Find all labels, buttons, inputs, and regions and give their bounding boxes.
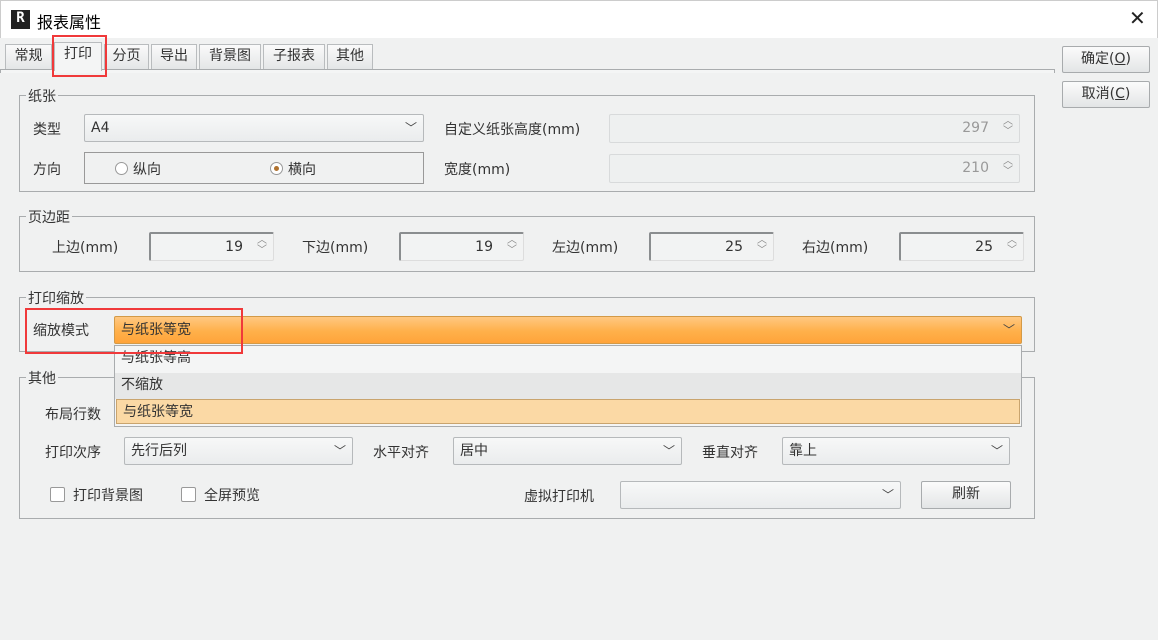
paper-legend: 纸张 — [26, 86, 58, 106]
annotation-box-tab — [52, 35, 107, 77]
halign-label: 水平对齐 — [373, 445, 429, 461]
tab-subreport[interactable]: 子报表 — [263, 44, 325, 69]
cancel-label: 取消( — [1081, 86, 1116, 102]
scale-legend: 打印缩放 — [26, 288, 86, 308]
type-label: 类型 — [33, 122, 61, 138]
fullscreen-preview-label: 全屏预览 — [204, 488, 260, 504]
halign-value: 居中 — [460, 443, 488, 459]
orientation-box: 纵向 横向 — [84, 152, 424, 184]
other-legend: 其他 — [26, 368, 58, 388]
left-margin-value: 25 — [725, 239, 743, 255]
valign-value: 靠上 — [789, 443, 817, 459]
left-margin-label: 左边(mm) — [552, 240, 619, 256]
width-label: 宽度(mm) — [444, 162, 511, 178]
virtual-printer-label: 虚拟打印机 — [524, 489, 594, 505]
virtual-printer-select[interactable]: ﹀ — [620, 481, 901, 509]
close-icon[interactable]: ✕ — [1129, 6, 1146, 30]
portrait-radio[interactable] — [115, 162, 128, 175]
margins-legend: 页边距 — [26, 207, 72, 227]
print-background-checkbox[interactable] — [50, 487, 65, 502]
top-margin-value: 19 — [225, 239, 243, 255]
scale-mode-select[interactable]: 与纸张等宽 ﹀ — [114, 316, 1022, 344]
custom-height-spinner: 297 ︿ ﹀ — [609, 114, 1020, 143]
right-margin-spinner[interactable]: 25 ︿ ﹀ — [899, 232, 1024, 261]
custom-height-label: 自定义纸张高度(mm) — [444, 122, 581, 138]
chevron-down-icon: ﹀ — [1002, 323, 1015, 337]
paper-type-value: A4 — [91, 120, 110, 136]
tab-panel-border — [0, 69, 1055, 73]
halign-select[interactable]: 居中 ﹀ — [453, 437, 682, 465]
spinner-arrows-icon: ︿ ﹀ — [1003, 156, 1013, 177]
ok-key: O — [1114, 51, 1126, 67]
option-fit-width[interactable]: 与纸张等宽 — [116, 399, 1020, 424]
valign-select[interactable]: 靠上 ﹀ — [782, 437, 1010, 465]
tab-background[interactable]: 背景图 — [199, 44, 261, 69]
spinner-arrows-icon[interactable]: ︿ ﹀ — [757, 236, 767, 256]
paren: ) — [1125, 51, 1131, 67]
custom-height-value: 297 — [962, 120, 989, 136]
chevron-down-icon: ﹀ — [662, 444, 675, 458]
right-margin-label: 右边(mm) — [802, 240, 869, 256]
top-margin-label: 上边(mm) — [52, 240, 119, 256]
right-margin-value: 25 — [975, 239, 993, 255]
paren: ) — [1124, 86, 1131, 102]
chevron-down-icon: ﹀ — [404, 121, 417, 135]
bottom-margin-spinner[interactable]: 19 ︿ ﹀ — [399, 232, 524, 261]
orientation-label: 方向 — [33, 162, 61, 178]
layout-rows-label: 布局行数 — [45, 407, 101, 423]
landscape-label: 横向 — [288, 162, 316, 178]
tab-export[interactable]: 导出 — [151, 44, 197, 69]
tab-other[interactable]: 其他 — [327, 44, 373, 69]
fullscreen-preview-checkbox[interactable] — [181, 487, 196, 502]
spinner-arrows-icon[interactable]: ︿ ﹀ — [507, 236, 517, 256]
left-margin-spinner[interactable]: 25 ︿ ﹀ — [649, 232, 774, 261]
window-title: 报表属性 — [37, 13, 102, 32]
bottom-margin-value: 19 — [475, 239, 493, 255]
paper-type-select[interactable]: A4 ﹀ — [84, 114, 424, 142]
spinner-arrows-icon[interactable]: ︿ ﹀ — [257, 236, 267, 256]
spinner-arrows-icon: ︿ ﹀ — [1003, 116, 1013, 137]
option-no-scale[interactable]: 不缩放 — [115, 373, 1021, 399]
chevron-down-icon: ﹀ — [333, 444, 346, 458]
chevron-down-icon: ﹀ — [881, 488, 894, 502]
print-background-label: 打印背景图 — [73, 488, 143, 504]
valign-label: 垂直对齐 — [702, 445, 758, 461]
tab-paging[interactable]: 分页 — [104, 44, 149, 69]
top-margin-spinner[interactable]: 19 ︿ ﹀ — [149, 232, 274, 261]
print-order-select[interactable]: 先行后列 ﹀ — [124, 437, 353, 465]
annotation-box-scale — [25, 308, 243, 354]
ok-button[interactable]: 确定(O) — [1062, 46, 1150, 73]
print-order-value: 先行后列 — [131, 443, 187, 459]
portrait-label: 纵向 — [133, 162, 161, 178]
landscape-radio[interactable] — [270, 162, 283, 175]
ok-label: 确定( — [1081, 51, 1115, 67]
tab-general[interactable]: 常规 — [5, 44, 52, 69]
print-order-label: 打印次序 — [45, 445, 101, 461]
cancel-key: C — [1115, 86, 1125, 102]
width-spinner: 210 ︿ ﹀ — [609, 154, 1020, 183]
chevron-down-icon: ﹀ — [990, 444, 1003, 458]
option-fit-height[interactable]: 与纸张等高 — [115, 346, 1021, 372]
spinner-arrows-icon[interactable]: ︿ ﹀ — [1007, 236, 1017, 256]
scale-mode-dropdown-list: 与纸张等高 不缩放 与纸张等宽 — [114, 345, 1022, 427]
bottom-margin-label: 下边(mm) — [302, 240, 369, 256]
app-icon: R — [11, 10, 30, 29]
cancel-button[interactable]: 取消(C) — [1062, 81, 1150, 108]
width-value: 210 — [962, 160, 989, 176]
title-bar: R 报表属性 ✕ — [0, 0, 1158, 38]
refresh-button[interactable]: 刷新 — [921, 481, 1011, 509]
